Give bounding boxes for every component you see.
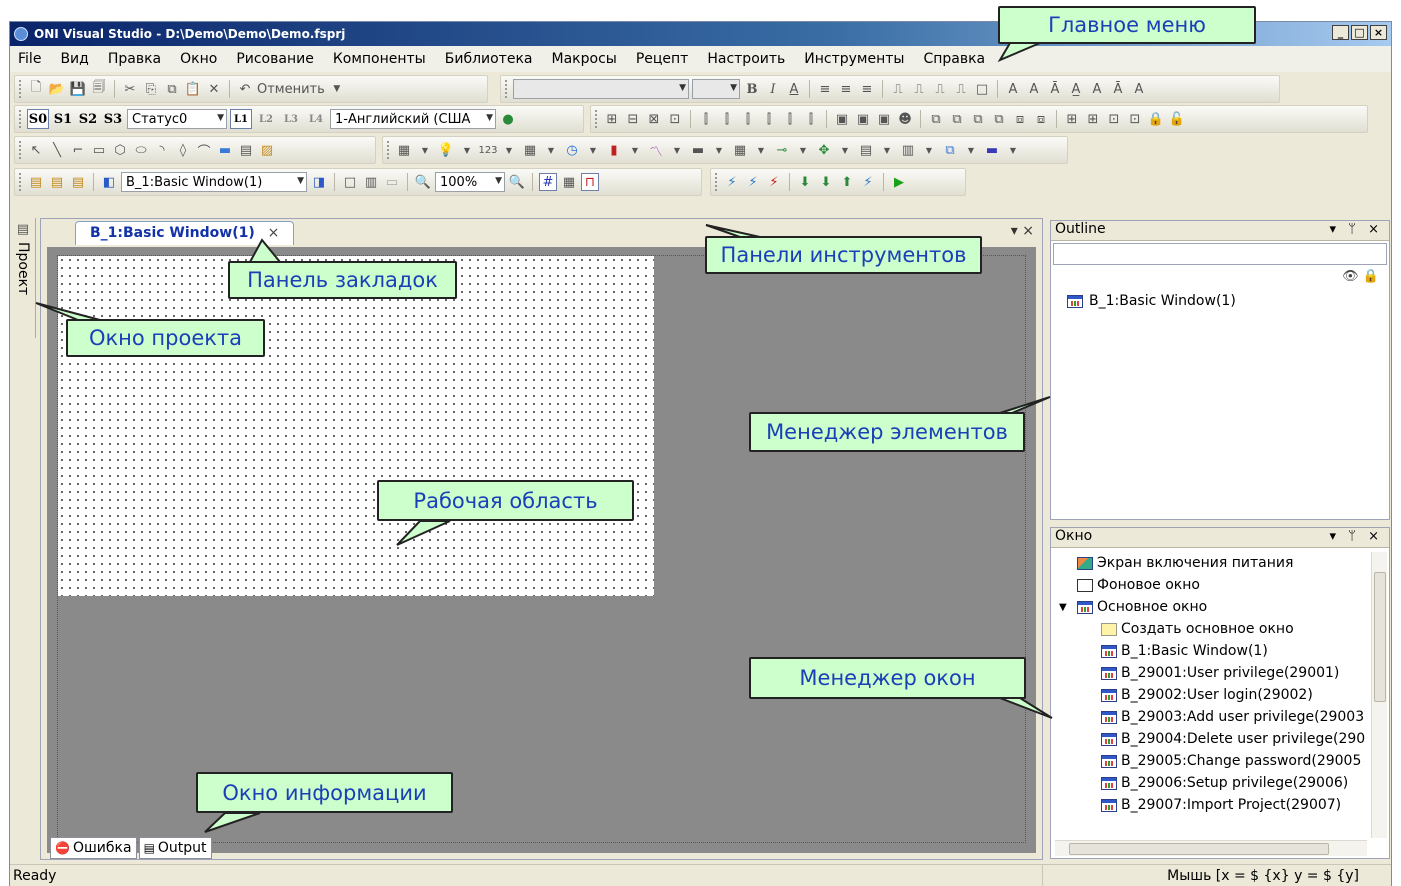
callout-window-manager: Менеджер окон [749, 657, 1026, 699]
callout-tab-bar: Панель закладок [228, 261, 457, 299]
callout-work-area: Рабочая область [377, 480, 634, 521]
callout-pointers [35, 42, 1053, 833]
pointer-main-menu [997, 42, 1041, 63]
pointer-project-window [35, 302, 101, 321]
pointer-info-window [204, 812, 261, 833]
pointer-work-area [396, 520, 451, 546]
callout-toolbars: Панели инструментов [705, 236, 982, 274]
callout-info-window: Окно информации [196, 772, 453, 813]
callout-element-manager: Менеджер элементов [749, 412, 1025, 452]
callout-main-menu: Главное меню [998, 6, 1256, 44]
pointer-tab-bar [248, 238, 283, 263]
callout-project-window: Окно проекта [66, 319, 265, 357]
pointer-window-manager [999, 697, 1053, 719]
pointer-element-manager [999, 396, 1051, 414]
